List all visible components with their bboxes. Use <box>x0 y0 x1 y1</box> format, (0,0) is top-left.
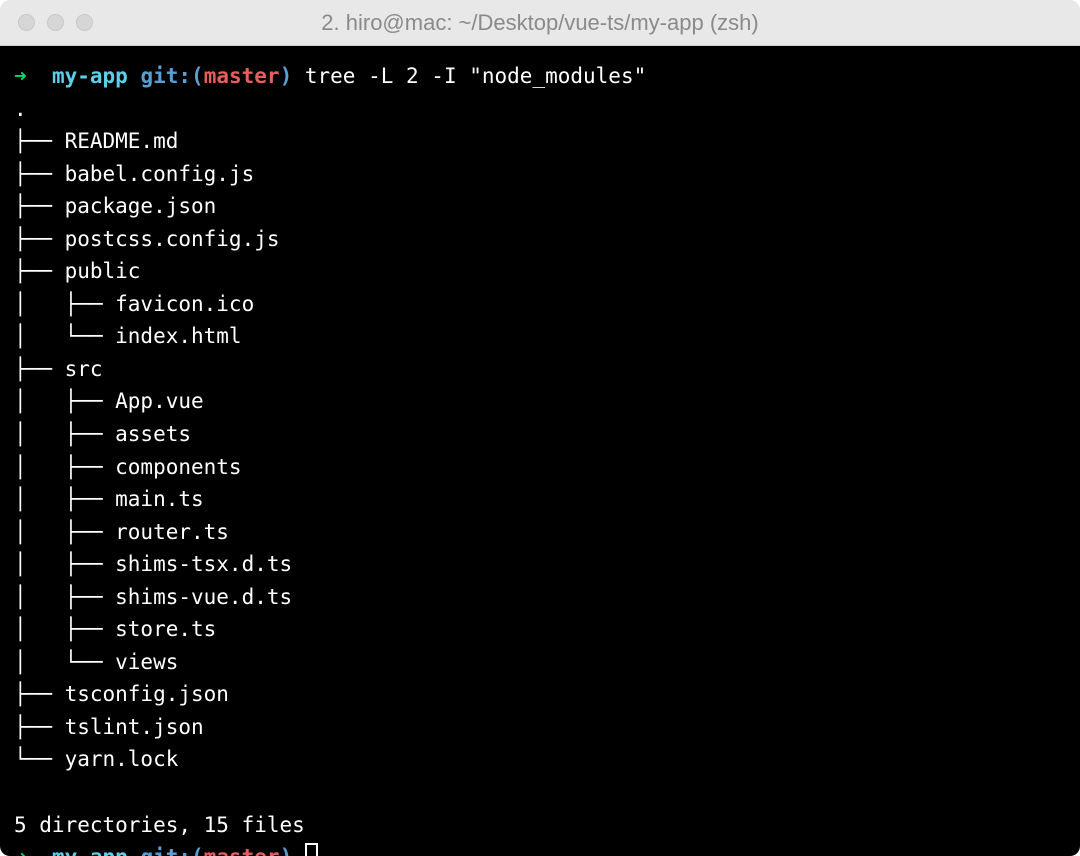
prompt-arrow-icon: ➜ <box>14 64 27 88</box>
terminal-body[interactable]: ➜ my-app git:(master) tree -L 2 -I "node… <box>0 46 1080 856</box>
tree-line: │ └── views <box>14 650 178 674</box>
prompt-path: my-app <box>52 64 128 88</box>
prompt-paren-open: ( <box>191 64 204 88</box>
window-title: 2. hiro@mac: ~/Desktop/vue-ts/my-app (zs… <box>18 10 1062 36</box>
prompt-branch: master <box>204 845 280 856</box>
tree-line: ├── tslint.json <box>14 715 204 739</box>
tree-line: │ ├── assets <box>14 422 191 446</box>
tree-line: │ ├── router.ts <box>14 520 229 544</box>
tree-line: │ ├── favicon.ico <box>14 292 254 316</box>
command-text: tree -L 2 -I "node_modules" <box>305 64 646 88</box>
tree-line: │ ├── store.ts <box>14 617 216 641</box>
tree-line: └── yarn.lock <box>14 747 178 771</box>
prompt-paren-open: ( <box>191 845 204 856</box>
tree-line: ├── babel.config.js <box>14 162 254 186</box>
tree-line: ├── postcss.config.js <box>14 227 280 251</box>
tree-line: ├── README.md <box>14 129 178 153</box>
terminal-window: 2. hiro@mac: ~/Desktop/vue-ts/my-app (zs… <box>0 0 1080 856</box>
prompt-arrow-icon: ➜ <box>14 845 27 856</box>
tree-line: ├── public <box>14 259 140 283</box>
tree-line: │ ├── App.vue <box>14 389 204 413</box>
prompt-git-label: git: <box>140 845 191 856</box>
traffic-lights <box>18 14 93 31</box>
tree-line: │ ├── shims-tsx.d.ts <box>14 552 292 576</box>
tree-line: ├── package.json <box>14 194 216 218</box>
tree-line: ├── src <box>14 357 103 381</box>
tree-line: │ └── index.html <box>14 324 242 348</box>
prompt-branch: master <box>204 64 280 88</box>
titlebar: 2. hiro@mac: ~/Desktop/vue-ts/my-app (zs… <box>0 0 1080 46</box>
maximize-button[interactable] <box>76 14 93 31</box>
tree-summary: 5 directories, 15 files <box>14 813 305 837</box>
minimize-button[interactable] <box>47 14 64 31</box>
tree-root: . <box>14 97 27 121</box>
tree-line: ├── tsconfig.json <box>14 682 229 706</box>
prompt-path: my-app <box>52 845 128 856</box>
prompt-paren-close: ) <box>280 845 293 856</box>
prompt-paren-close: ) <box>280 64 293 88</box>
tree-line: │ ├── main.ts <box>14 487 204 511</box>
tree-line: │ ├── components <box>14 455 242 479</box>
close-button[interactable] <box>18 14 35 31</box>
cursor <box>305 843 318 856</box>
tree-line: │ ├── shims-vue.d.ts <box>14 585 292 609</box>
prompt-git-label: git: <box>140 64 191 88</box>
